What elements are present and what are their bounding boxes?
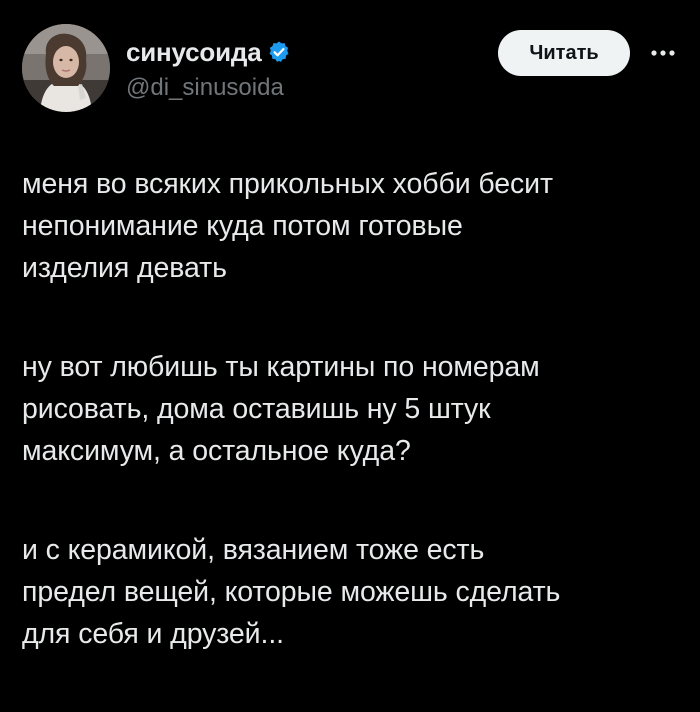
avatar[interactable]: [22, 24, 110, 112]
profile-photo: [22, 24, 110, 112]
tweet-line: предел вещей, которые можешь сделать: [22, 576, 561, 608]
display-name-row: синусоида: [126, 36, 291, 68]
tweet-line: изделия девать: [22, 252, 227, 284]
tweet-line: рисовать, дома оставишь ну 5 штук: [22, 393, 491, 425]
verified-badge-icon: [267, 40, 291, 64]
display-name[interactable]: синусоида: [126, 37, 262, 68]
tweet-line: меня во всяких прикольных хобби бесит: [22, 168, 553, 200]
tweet-text: меня во всяких прикольных хобби бесит не…: [22, 163, 682, 712]
more-dots-icon[interactable]: [646, 36, 680, 70]
follow-button[interactable]: Читать: [498, 30, 630, 76]
tweet-line: ну вот любишь ты картины по номерам: [22, 351, 540, 383]
tweet-paragraph: меня во всяких прикольных хобби бесит не…: [22, 163, 682, 289]
author-names: синусоида @di_sinusoida: [126, 36, 291, 102]
tweet-line: для себя и друзей...: [22, 618, 284, 650]
tweet-paragraph: и с керамикой, вязанием тоже есть предел…: [22, 529, 682, 655]
tweet-header: синусоида @di_sinusoida Читать: [22, 22, 678, 114]
tweet-paragraph: ну вот любишь ты картины по номерам рисо…: [22, 346, 682, 472]
tweet-line: непонимание куда потом готовые: [22, 210, 463, 242]
tweet-line: и с керамикой, вязанием тоже есть: [22, 534, 485, 566]
author-handle[interactable]: @di_sinusoida: [126, 74, 291, 102]
tweet-line: максимум, а остальное куда?: [22, 435, 411, 467]
